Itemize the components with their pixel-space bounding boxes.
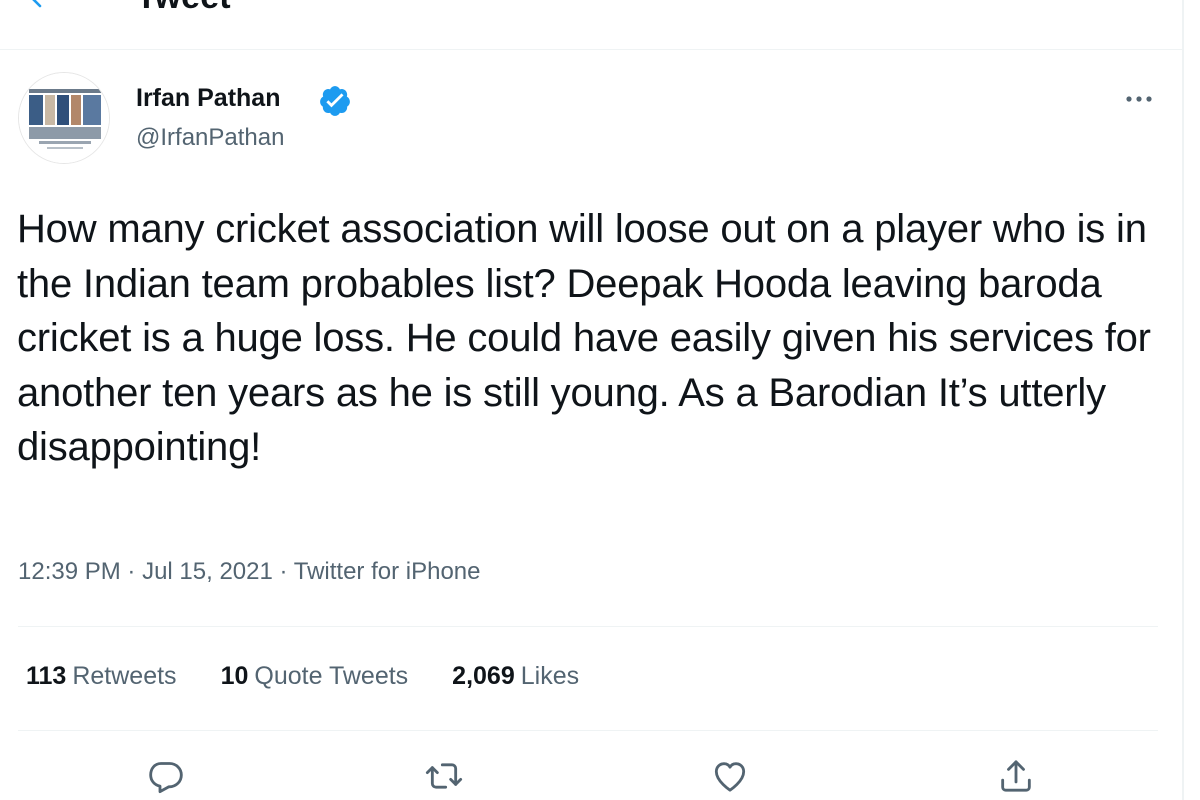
page-title: Tweet xyxy=(136,0,231,17)
reply-icon[interactable] xyxy=(146,756,186,796)
quotes-count: 10 xyxy=(220,662,249,690)
more-options-icon[interactable] xyxy=(1119,86,1159,112)
arrow-left-icon[interactable] xyxy=(26,0,50,10)
tweet-stats: 113 Retweets 10 Quote Tweets 2,069 Likes xyxy=(26,662,623,691)
like-icon[interactable] xyxy=(710,756,750,796)
likes-stat[interactable]: 2,069 Likes xyxy=(452,662,579,691)
meta-separator: · xyxy=(272,558,294,585)
tweet-date[interactable]: Jul 15, 2021 xyxy=(142,558,273,585)
retweet-icon[interactable] xyxy=(424,756,464,796)
tweet-page: Tweet Irfan Pathan @IrfanPathan Ho xyxy=(0,0,1200,800)
meta-separator: · xyxy=(120,558,143,585)
share-icon[interactable] xyxy=(996,756,1036,796)
author-handle[interactable]: @IrfanPathan xyxy=(136,124,284,152)
tweet-source[interactable]: Twitter for iPhone xyxy=(294,558,481,585)
divider xyxy=(18,626,1158,627)
tweet-meta: 12:39 PM · Jul 15, 2021 · Twitter for iP… xyxy=(18,558,481,586)
tweet-time[interactable]: 12:39 PM xyxy=(18,558,121,585)
retweets-stat[interactable]: 113 Retweets xyxy=(26,662,177,691)
tweet-text: How many cricket association will loose … xyxy=(17,207,1151,469)
retweets-label: Retweets xyxy=(72,662,177,690)
header-bar: Tweet xyxy=(0,0,1182,50)
verified-badge-icon xyxy=(316,84,354,118)
likes-count: 2,069 xyxy=(452,662,515,690)
retweets-count: 113 xyxy=(26,662,67,690)
author-name[interactable]: Irfan Pathan xyxy=(136,84,280,113)
likes-label: Likes xyxy=(520,662,580,690)
avatar[interactable] xyxy=(18,72,110,164)
divider xyxy=(18,730,1158,731)
quote-tweets-stat[interactable]: 10 Quote Tweets xyxy=(221,662,409,691)
quotes-label: Quote Tweets xyxy=(254,662,409,690)
column-border xyxy=(1182,0,1184,800)
